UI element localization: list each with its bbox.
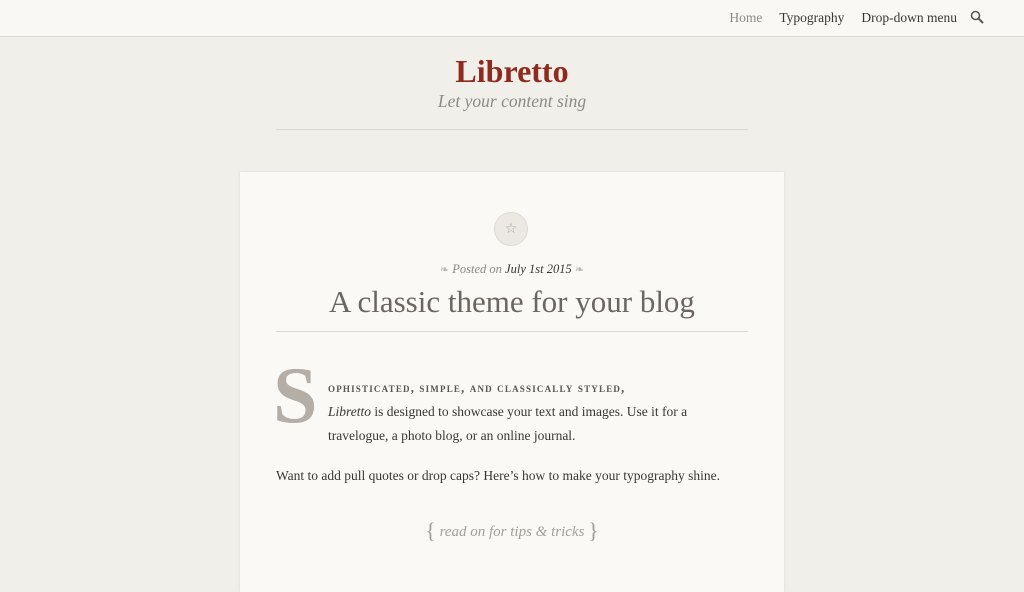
intro-text: is designed to showcase your text and im…: [328, 403, 688, 443]
star-icon: ☆: [494, 212, 528, 246]
search-icon[interactable]: [970, 10, 984, 24]
intro-emphasis: Libretto: [328, 403, 372, 419]
posted-prefix: Posted on: [452, 262, 502, 276]
drop-cap: S: [273, 352, 318, 440]
brace-left-icon: {: [425, 518, 436, 543]
lead-in-text: ophisticated, simple, and classically st…: [328, 380, 626, 395]
top-navigation-bar: Home Typography Drop-down menu: [0, 0, 1024, 37]
post-intro-paragraph: ophisticated, simple, and classically st…: [328, 376, 748, 448]
ornament-left-icon: ❧: [439, 264, 450, 276]
nav-item-drop-down-menu[interactable]: Drop-down menu: [861, 10, 957, 26]
post-paragraph: Want to add pull quotes or drop caps? He…: [276, 467, 720, 483]
brace-right-icon: }: [588, 518, 599, 543]
post-date-link[interactable]: July 1st 2015: [505, 262, 572, 276]
post-card: ☆ ❧ Posted on July 1st 2015 ❧ A classic …: [240, 172, 784, 592]
primary-menu: Home Typography Drop-down menu: [729, 10, 984, 26]
read-more: { read on for tips & tricks }: [240, 516, 784, 543]
read-more-link[interactable]: read on for tips & tricks: [440, 524, 585, 540]
site-tagline: Let your content sing: [437, 91, 587, 111]
nav-item-typography[interactable]: Typography: [779, 10, 844, 26]
site-title[interactable]: Libretto: [276, 52, 748, 90]
post-meta: ❧ Posted on July 1st 2015 ❧: [240, 262, 784, 277]
ornament-right-icon: ❧: [574, 264, 585, 276]
site-header: Libretto Let your content sing: [276, 52, 748, 130]
nav-item-home[interactable]: Home: [729, 10, 762, 26]
post-title[interactable]: A classic theme for your blog: [276, 280, 748, 332]
